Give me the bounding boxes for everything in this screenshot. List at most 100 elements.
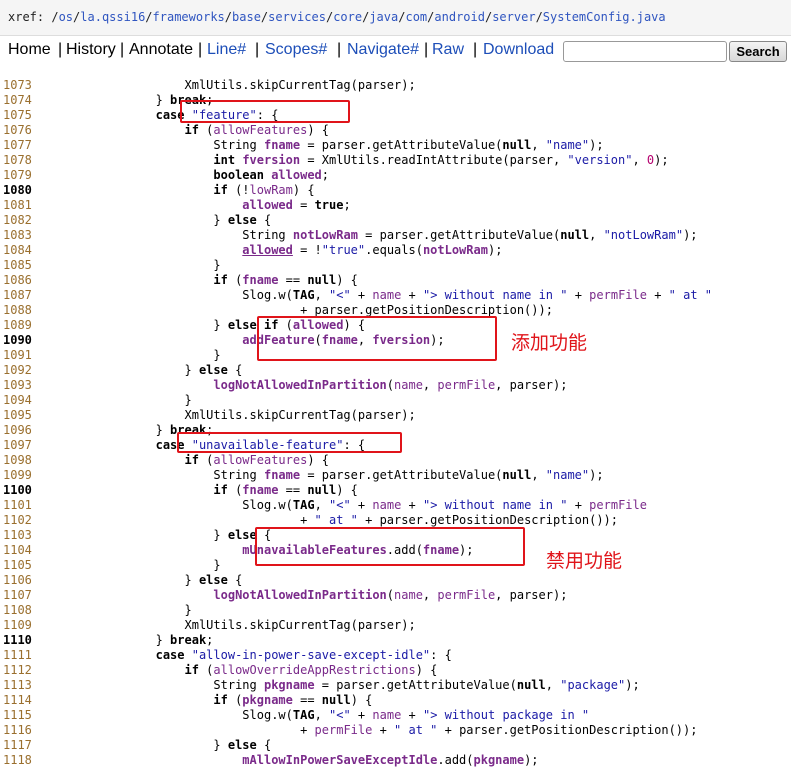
line-number-link[interactable]: 1117 (3, 738, 33, 753)
code-line: 1074 } break; (0, 93, 791, 108)
xref-path-link[interactable]: server (492, 10, 535, 24)
code-text: case "allow-in-power-save-except-idle": … (155, 648, 452, 662)
search-button[interactable]: Search (729, 41, 787, 62)
line-number-link[interactable]: 1084 (3, 243, 33, 258)
xref-path-link[interactable]: com (405, 10, 427, 24)
line-number-link[interactable]: 1109 (3, 618, 33, 633)
xref-path-link[interactable]: base (232, 10, 261, 24)
line-number-link[interactable]: 1073 (3, 78, 33, 93)
code-text: mAllowInPowerSaveExceptIdle.add(pkgname)… (242, 753, 539, 767)
line-number-link[interactable]: 1110 (3, 633, 33, 648)
line-number-link[interactable]: 1111 (3, 648, 33, 663)
xref-path-link[interactable]: core (333, 10, 362, 24)
navigation-bar: Home | History | Annotate | Line# | Scop… (0, 37, 791, 65)
code-text: } else { (40, 573, 243, 587)
line-number-link[interactable]: 1079 (3, 168, 33, 183)
line-number-link[interactable]: 1088 (3, 303, 33, 318)
xref-path-link[interactable]: la.qssi16 (80, 10, 145, 24)
line-number-link[interactable]: 1101 (3, 498, 33, 513)
line-number-link[interactable]: 1082 (3, 213, 33, 228)
xref-path-link[interactable]: os (59, 10, 73, 24)
code-line: 1084 allowed = !"true".equals(notLowRam)… (0, 243, 791, 258)
code-line: 1092 } else { (0, 363, 791, 378)
annotation-add-feature: 添加功能 (511, 332, 588, 354)
nav-navigate-link[interactable]: Navigate# (347, 41, 419, 59)
xref-path-link[interactable]: java (369, 10, 398, 24)
nav-annotate-link[interactable]: Annotate (129, 41, 193, 59)
xref-path-link[interactable]: frameworks (153, 10, 225, 24)
line-number-link[interactable]: 1106 (3, 573, 33, 588)
line-number-link[interactable]: 1116 (3, 723, 33, 738)
code-line: 1109 XmlUtils.skipCurrentTag(parser); (0, 618, 791, 633)
code-text: XmlUtils.skipCurrentTag(parser); (40, 618, 416, 632)
nav-raw-link[interactable]: Raw (432, 41, 464, 59)
line-number-link[interactable]: 1093 (3, 378, 33, 393)
line-number-link[interactable]: 1102 (3, 513, 33, 528)
line-number-link[interactable]: 1075 (3, 108, 33, 123)
nav-scopes-link[interactable]: Scopes# (265, 41, 327, 59)
code-line: 1095 XmlUtils.skipCurrentTag(parser); (0, 408, 791, 423)
line-number-link[interactable]: 1112 (3, 663, 33, 678)
line-number-link[interactable]: 1085 (3, 258, 33, 273)
nav-separator: | (198, 41, 203, 58)
nav-download-link[interactable]: Download (483, 41, 554, 59)
code-line: 1115 Slog.w(TAG, "<" + name + "> without… (0, 708, 791, 723)
xref-path-link[interactable]: android (434, 10, 485, 24)
line-number-link[interactable]: 1080 (3, 183, 33, 198)
code-line: 1083 String notLowRam = parser.getAttrib… (0, 228, 791, 243)
code-text: boolean allowed; (213, 168, 330, 182)
line-number-link[interactable]: 1100 (3, 483, 33, 498)
line-number-link[interactable]: 1113 (3, 678, 33, 693)
xref-path-link[interactable]: SystemConfig.java (543, 10, 666, 24)
line-number-link[interactable]: 1107 (3, 588, 33, 603)
code-line: 1098 if (allowFeatures) { (0, 453, 791, 468)
line-number-link[interactable]: 1096 (3, 423, 33, 438)
annotation-disable-feature: 禁用功能 (546, 550, 623, 572)
xref-path-link[interactable]: services (268, 10, 326, 24)
line-number-link[interactable]: 1114 (3, 693, 33, 708)
line-number-link[interactable]: 1091 (3, 348, 33, 363)
code-line: 1112 if (allowOverrideAppRestrictions) { (0, 663, 791, 678)
search-input[interactable] (563, 41, 727, 62)
line-number-link[interactable]: 1105 (3, 558, 33, 573)
line-number-link[interactable]: 1108 (3, 603, 33, 618)
line-number-link[interactable]: 1077 (3, 138, 33, 153)
line-number-link[interactable]: 1104 (3, 543, 33, 558)
nav-line-link[interactable]: Line# (207, 41, 246, 59)
line-number-link[interactable]: 1078 (3, 153, 33, 168)
code-line: 1076 if (allowFeatures) { (0, 123, 791, 138)
line-number-link[interactable]: 1097 (3, 438, 33, 453)
code-text: } (40, 393, 192, 407)
line-number-link[interactable]: 1092 (3, 363, 33, 378)
line-number-link[interactable]: 1086 (3, 273, 33, 288)
code-text: if (allowOverrideAppRestrictions) { (184, 663, 438, 677)
line-number-link[interactable]: 1087 (3, 288, 33, 303)
line-number-link[interactable]: 1081 (3, 198, 33, 213)
code-line: 1100 if (fname == null) { (0, 483, 791, 498)
line-number-link[interactable]: 1083 (3, 228, 33, 243)
line-number-link[interactable]: 1103 (3, 528, 33, 543)
line-number-link[interactable]: 1089 (3, 318, 33, 333)
code-line: 1108 } (0, 603, 791, 618)
line-number-link[interactable]: 1118 (3, 753, 33, 768)
line-number-link[interactable]: 1095 (3, 408, 33, 423)
line-number-link[interactable]: 1115 (3, 708, 33, 723)
line-number-link[interactable]: 1074 (3, 93, 33, 108)
code-text: } break; (40, 633, 214, 647)
line-number-link[interactable]: 1099 (3, 468, 33, 483)
line-number-link[interactable]: 1098 (3, 453, 33, 468)
code-text: if (fname == null) { (213, 483, 358, 497)
code-line: 1116 + permFile + " at " + parser.getPos… (0, 723, 791, 738)
line-number-link[interactable]: 1090 (3, 333, 33, 348)
nav-home-link[interactable]: Home (8, 41, 51, 59)
code-line: 1099 String fname = parser.getAttributeV… (0, 468, 791, 483)
code-text: allowed = !"true".equals(notLowRam); (242, 243, 503, 257)
line-number-link[interactable]: 1094 (3, 393, 33, 408)
line-number-link[interactable]: 1076 (3, 123, 33, 138)
code-line: 1077 String fname = parser.getAttributeV… (0, 138, 791, 153)
nav-history-link[interactable]: History (66, 41, 116, 59)
code-text: if (allowFeatures) { (184, 123, 330, 137)
code-text: } else { (40, 213, 272, 227)
code-text: String fname = parser.getAttributeValue(… (213, 468, 604, 482)
xref-separator: / (535, 10, 543, 24)
